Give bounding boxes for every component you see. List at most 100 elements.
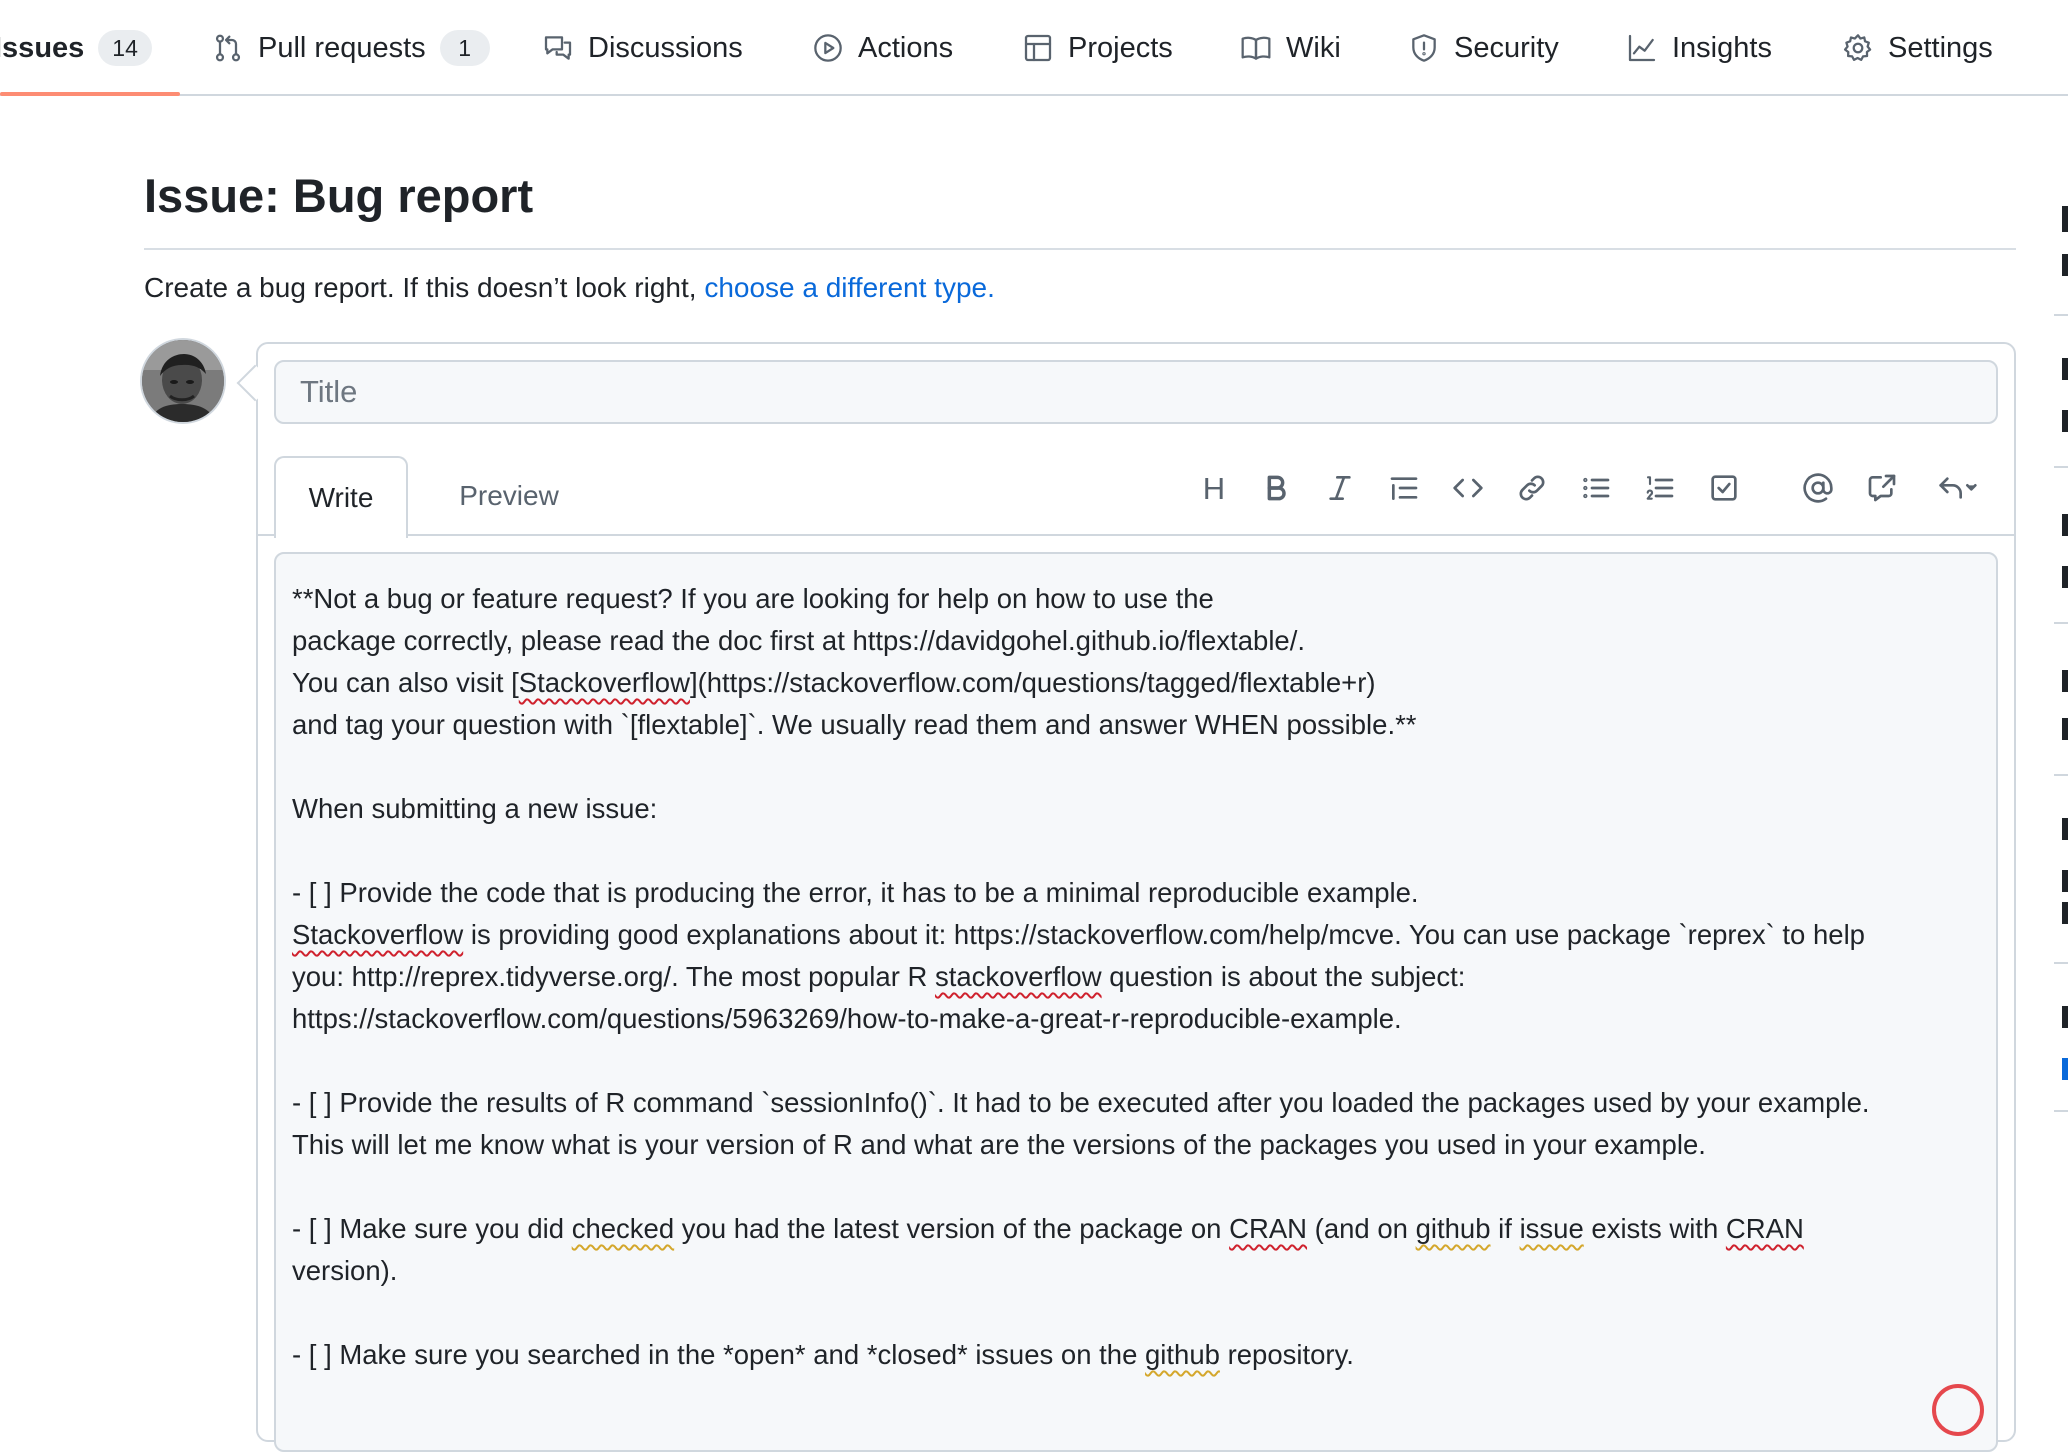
shield-icon [1412, 34, 1436, 62]
tab-preview[interactable]: Preview [434, 456, 584, 536]
sidebar-edge-glyph [2062, 358, 2068, 380]
spellcheck-mark[interactable]: issue [1520, 1213, 1584, 1244]
nav-tab-label: Security [1454, 31, 1559, 64]
sidebar-edge-glyph [2062, 514, 2068, 536]
sidebar-divider [2054, 622, 2068, 624]
sidebar-edge-glyph [2062, 902, 2068, 924]
body-line: you: http://reprex.tidyverse.org/. The m… [292, 961, 1466, 992]
italic-icon [1329, 476, 1351, 500]
ordered-list-button[interactable] [1638, 466, 1682, 510]
user-avatar-image [142, 340, 224, 422]
body-line: When submitting a new issue: [292, 793, 658, 824]
nav-tab-label: Wiki [1286, 31, 1341, 64]
nav-tab-pull-requests[interactable]: Pull requests 1 [212, 0, 490, 96]
spellcheck-mark[interactable]: Stackoverflow [292, 919, 463, 950]
unordered-list-button[interactable] [1574, 466, 1618, 510]
nav-tab-projects[interactable]: Projects [1022, 0, 1173, 96]
task-list-button[interactable] [1702, 466, 1746, 510]
body-line: Stackoverflow is providing good explanat… [292, 919, 1865, 950]
body-line: This will let me know what is your versi… [292, 1129, 1706, 1160]
tasklist-icon [1711, 475, 1737, 501]
comment-discussion-icon [544, 36, 572, 60]
sidebar-divider [2054, 466, 2068, 468]
heading-icon: H [1202, 470, 1226, 506]
code-icon [1453, 478, 1483, 498]
repo-nav: Issues 14 Pull requests 1 Discussions Ac… [0, 0, 2068, 96]
nav-tab-label: Insights [1672, 31, 1772, 64]
tab-write[interactable]: Write [274, 456, 408, 538]
body-line [292, 1292, 1980, 1334]
spellcheck-mark[interactable]: CRAN [1726, 1213, 1804, 1244]
nav-tab-security[interactable]: Security [1408, 0, 1559, 96]
body-line: version). [292, 1255, 398, 1286]
grammar-checker-icon[interactable] [1932, 1384, 1984, 1436]
subtitle-text: Create a bug report. If this doesn’t loo… [144, 272, 697, 303]
sidebar-edge-glyph [2062, 818, 2068, 840]
spellcheck-mark[interactable]: github [1416, 1213, 1491, 1244]
body-line: - [ ] Provide the results of R command `… [292, 1087, 1870, 1118]
quote-button[interactable] [1382, 466, 1426, 510]
nav-tab-label: Pull requests [258, 31, 426, 64]
nav-tab-label: Issues [0, 31, 85, 64]
cross-reference-button[interactable] [1860, 466, 1904, 510]
sidebar-edge-glyph [2062, 670, 2068, 692]
body-line: package correctly, please read the doc f… [292, 625, 1306, 656]
sidebar-edge-glyph [2062, 410, 2068, 432]
mention-button[interactable] [1796, 466, 1840, 510]
link-icon [1519, 475, 1545, 501]
body-line [292, 1166, 1980, 1208]
play-icon [814, 34, 842, 62]
list-ordered-icon [1646, 476, 1674, 500]
table-icon [1024, 34, 1052, 62]
nav-tab-label: Settings [1888, 31, 1993, 64]
sidebar-edge-link [2062, 1058, 2068, 1080]
body-line: You can also visit [Stackoverflow](https… [292, 667, 1376, 698]
spellcheck-mark[interactable]: Stackoverflow [519, 667, 690, 698]
body-line: and tag your question with `[flextable]`… [292, 709, 1417, 740]
nav-tab-issues[interactable]: Issues 14 [0, 0, 152, 96]
pull-request-icon [215, 34, 241, 62]
body-line: - [ ] Make sure you did checked you had … [292, 1213, 1804, 1244]
nav-tab-actions[interactable]: Actions [812, 0, 953, 96]
body-line: https://stackoverflow.com/questions/5963… [292, 1003, 1402, 1034]
choose-different-type-link[interactable]: choose a different type. [704, 272, 995, 303]
body-line [292, 830, 1980, 872]
sidebar-divider [2054, 314, 2068, 316]
heading-button[interactable]: H [1192, 466, 1236, 510]
issue-title-input[interactable] [274, 360, 1998, 424]
bold-button[interactable] [1254, 466, 1298, 510]
issues-counter: 14 [98, 30, 152, 66]
nav-tab-label: Discussions [588, 31, 743, 64]
selected-tab-indicator [0, 92, 180, 96]
nav-tab-settings[interactable]: Settings [1842, 0, 1993, 96]
quote-icon [1390, 477, 1418, 500]
body-line: **Not a bug or feature request? If you a… [292, 583, 1214, 614]
body-line: - [ ] Make sure you searched in the *ope… [292, 1339, 1354, 1370]
spellcheck-mark[interactable]: CRAN [1229, 1213, 1307, 1244]
bold-icon [1267, 475, 1286, 501]
nav-tab-label: Actions [858, 31, 954, 64]
reply-icon [1939, 477, 1977, 499]
avatar[interactable] [142, 340, 224, 422]
editor-tabs: Write Preview [258, 456, 2014, 538]
spellcheck-mark[interactable]: github [1145, 1339, 1220, 1370]
spellcheck-mark[interactable]: stackoverflow [935, 961, 1102, 992]
list-unordered-icon [1583, 477, 1610, 499]
nav-tab-insights[interactable]: Insights [1626, 0, 1772, 96]
italic-button[interactable] [1318, 466, 1362, 510]
issue-body-textarea[interactable]: **Not a bug or feature request? If you a… [274, 552, 1998, 1452]
body-line [292, 1040, 1980, 1082]
body-line [292, 746, 1980, 788]
title-divider [144, 248, 2016, 250]
page-title: Issue: Bug report [144, 169, 534, 222]
nav-tab-wiki[interactable]: Wiki [1240, 0, 1341, 96]
sidebar-divider [2054, 962, 2068, 964]
spellcheck-mark[interactable]: checked [572, 1213, 674, 1244]
template-subtitle: Create a bug report. If this doesn’t loo… [144, 272, 995, 304]
code-button[interactable] [1446, 466, 1490, 510]
nav-tab-discussions[interactable]: Discussions [542, 0, 743, 96]
sidebar-edge-glyph [2062, 566, 2068, 588]
saved-replies-button[interactable] [1928, 466, 1988, 510]
link-button[interactable] [1510, 466, 1554, 510]
body-line: - [ ] Provide the code that is producing… [292, 877, 1419, 908]
